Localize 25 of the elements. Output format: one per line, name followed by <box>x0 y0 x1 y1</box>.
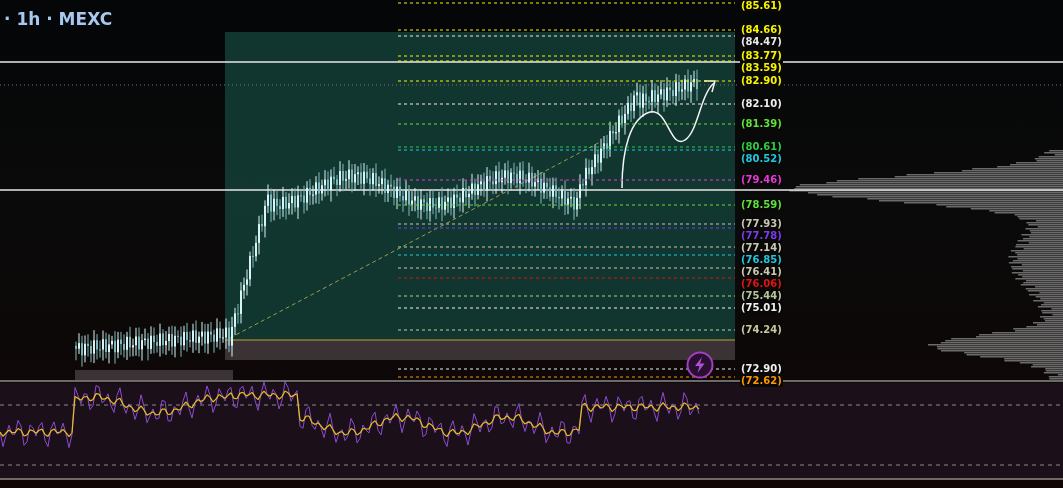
price-level-label: (80.61) <box>740 141 783 153</box>
chart-title: · 1h · MEXC <box>4 9 113 29</box>
price-level-label: (82.10) <box>740 98 783 110</box>
price-level-label: (85.61) <box>740 0 783 12</box>
price-level-label: (75.01) <box>740 302 783 314</box>
price-level-label: (76.85) <box>740 254 783 266</box>
price-level-label: (82.90) <box>740 75 783 87</box>
price-level-label: (81.39) <box>740 118 783 130</box>
lightning-icon[interactable] <box>686 351 714 379</box>
price-level-label: (84.47) <box>740 36 783 48</box>
price-level-label: (72.62) <box>740 375 783 387</box>
price-level-label: (77.78) <box>740 230 783 242</box>
price-level-label: (74.24) <box>740 324 783 336</box>
price-level-label: (76.41) <box>740 266 783 278</box>
price-level-label: (79.46) <box>740 174 783 186</box>
price-level-label: (83.77) <box>740 50 783 62</box>
price-level-label: (72.90) <box>740 363 783 375</box>
price-level-label: (77.93) <box>740 218 783 230</box>
price-level-label: (76.06) <box>740 278 783 290</box>
price-level-label: (83.59) <box>740 62 783 74</box>
price-level-label: (84.66) <box>740 24 783 36</box>
price-level-label: (80.52) <box>740 153 783 165</box>
price-level-label: (78.59) <box>740 199 783 211</box>
price-level-label: (77.14) <box>740 242 783 254</box>
price-level-label: (75.44) <box>740 290 783 302</box>
